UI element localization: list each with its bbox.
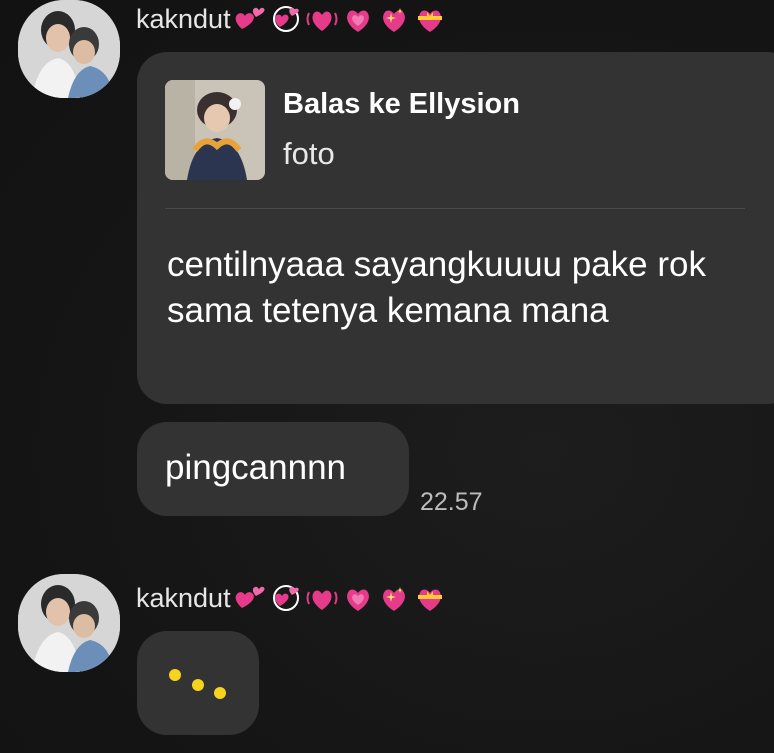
heart-with-ribbon-icon xyxy=(417,10,442,32)
growing-heart-icon xyxy=(346,589,369,611)
heart-with-ribbon-icon xyxy=(417,589,442,611)
typing-sender-avatar[interactable] xyxy=(18,574,120,672)
typing-dot xyxy=(192,679,204,691)
typing-sender-name-row: kakndut xyxy=(136,582,447,614)
chat-screen: kakndut Balas ke Ellysion foto centilnya… xyxy=(0,0,774,753)
message-bubble[interactable]: pingcannnn xyxy=(137,422,409,516)
sparkling-heart-icon xyxy=(382,587,405,611)
typing-dot xyxy=(214,687,226,699)
message-text: pingcannnn xyxy=(165,448,346,487)
sparkling-heart-icon xyxy=(382,8,405,32)
sender-emoji-row xyxy=(233,3,447,35)
sender-avatar[interactable] xyxy=(18,0,120,98)
message-text: centilnyaaa sayangkuuuu pake rok sama te… xyxy=(167,245,706,330)
beating-heart-icon xyxy=(306,11,338,31)
sender-name: kakndut xyxy=(136,3,231,34)
sender-name-row: kakndut xyxy=(136,3,447,35)
avatar-photo xyxy=(18,0,120,98)
message-timestamp: 22.57 xyxy=(420,488,483,516)
reply-preview[interactable]: Balas ke Ellysion foto xyxy=(165,80,745,180)
reply-thumbnail xyxy=(165,80,265,180)
typing-dot xyxy=(169,669,181,681)
reply-photo xyxy=(165,80,265,180)
reply-title: Balas ke Ellysion xyxy=(283,88,520,120)
revolving-hearts-icon xyxy=(272,585,299,611)
sender-name: kakndut xyxy=(136,582,231,613)
beating-heart-icon xyxy=(306,590,338,610)
two-hearts-icon xyxy=(235,7,265,29)
sender-emoji-row xyxy=(233,582,447,614)
growing-heart-icon xyxy=(346,10,369,32)
avatar-photo xyxy=(18,574,120,672)
reply-divider xyxy=(165,208,745,209)
typing-indicator-bubble xyxy=(137,631,259,735)
reply-subtitle: foto xyxy=(283,136,335,171)
revolving-hearts-icon xyxy=(272,6,299,32)
message-bubble-reply[interactable]: Balas ke Ellysion foto centilnyaaa sayan… xyxy=(137,52,774,404)
two-hearts-icon xyxy=(235,586,265,608)
